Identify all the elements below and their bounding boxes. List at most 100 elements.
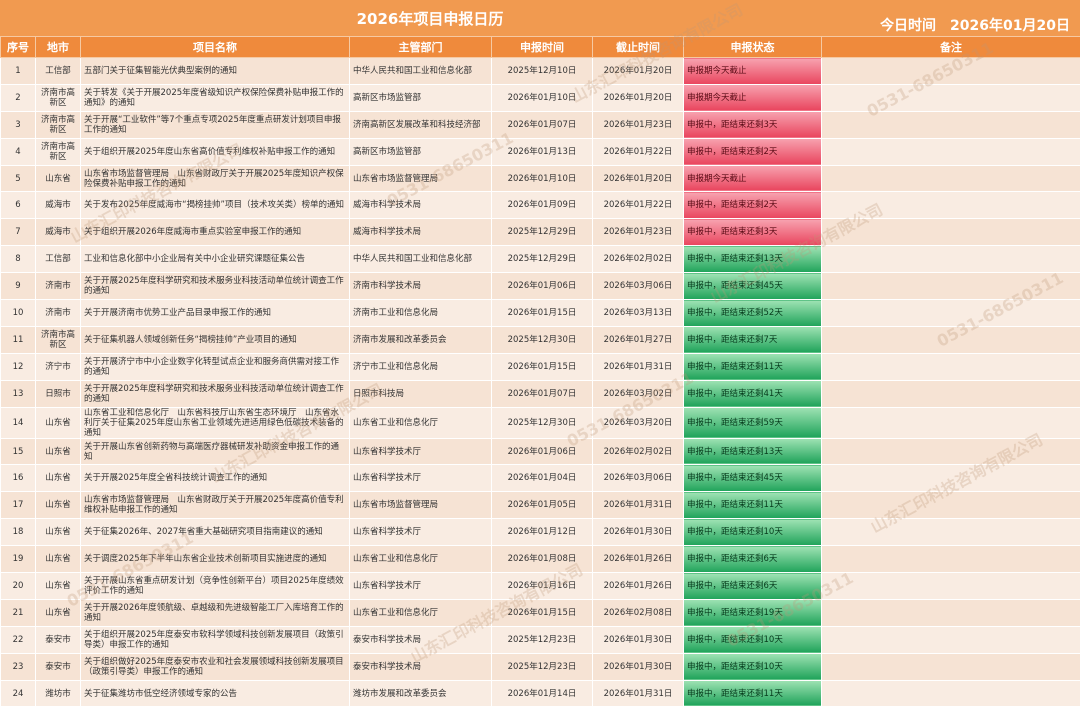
cell-city[interactable]: 山东省: [36, 546, 81, 573]
cell-note[interactable]: [822, 492, 1080, 519]
cell-city[interactable]: 济南市: [36, 273, 81, 300]
cell-dept[interactable]: 威海市科学技术局: [350, 219, 492, 246]
cell-project-name[interactable]: 关于组织开展2026年度威海市重点实验室申报工作的通知: [81, 219, 350, 246]
cell-start-date[interactable]: 2026年01月06日: [492, 438, 593, 465]
col-header-start[interactable]: 申报时间: [492, 37, 593, 58]
cell-project-name[interactable]: 五部门关于征集智能光伏典型案例的通知: [81, 58, 350, 85]
cell-start-date[interactable]: 2026年01月04日: [492, 465, 593, 492]
cell-dept[interactable]: 山东省市场监督管理局: [350, 492, 492, 519]
cell-dept[interactable]: 潍坊市发展和改革委员会: [350, 680, 492, 707]
cell-city[interactable]: 工信部: [36, 58, 81, 85]
cell-project-name[interactable]: 关于开展济南市优势工业产品目录申报工作的通知: [81, 300, 350, 327]
cell-start-date[interactable]: 2025年12月10日: [492, 58, 593, 85]
cell-start-date[interactable]: 2025年12月30日: [492, 407, 593, 438]
cell-status[interactable]: 申报中，距结束还剩52天: [684, 300, 822, 327]
cell-no[interactable]: 14: [1, 407, 36, 438]
cell-note[interactable]: [822, 84, 1080, 111]
cell-no[interactable]: 11: [1, 326, 36, 353]
cell-note[interactable]: [822, 300, 1080, 327]
cell-no[interactable]: 8: [1, 246, 36, 273]
cell-end-date[interactable]: 2026年03月06日: [593, 465, 684, 492]
cell-no[interactable]: 10: [1, 300, 36, 327]
table-row[interactable]: 19山东省关于调度2025年下半年山东省企业技术创新项目实施进度的通知山东省工业…: [1, 546, 1080, 573]
table-row[interactable]: 9济南市关于开展2025年度科学研究和技术服务业科技活动单位统计调查工作的通知济…: [1, 273, 1080, 300]
cell-city[interactable]: 济南市高新区: [36, 138, 81, 165]
cell-status[interactable]: 申报中，距结束还剩3天: [684, 219, 822, 246]
cell-note[interactable]: [822, 273, 1080, 300]
cell-project-name[interactable]: 关于开展“工业软件”等7个重点专项2025年度重点研发计划项目申报工作的通知: [81, 111, 350, 138]
cell-dept[interactable]: 山东省工业和信息化厅: [350, 546, 492, 573]
cell-dept[interactable]: 山东省科学技术厅: [350, 573, 492, 600]
cell-end-date[interactable]: 2026年01月31日: [593, 353, 684, 380]
cell-no[interactable]: 4: [1, 138, 36, 165]
cell-status[interactable]: 申报中，距结束还剩7天: [684, 326, 822, 353]
cell-city[interactable]: 泰安市: [36, 653, 81, 680]
cell-status[interactable]: 申报期今天截止: [684, 58, 822, 85]
cell-no[interactable]: 3: [1, 111, 36, 138]
cell-start-date[interactable]: 2026年01月08日: [492, 546, 593, 573]
table-row[interactable]: 10济南市关于开展济南市优势工业产品目录申报工作的通知济南市工业和信息化局202…: [1, 300, 1080, 327]
cell-no[interactable]: 9: [1, 273, 36, 300]
cell-start-date[interactable]: 2026年01月05日: [492, 492, 593, 519]
cell-end-date[interactable]: 2026年01月30日: [593, 626, 684, 653]
table-row[interactable]: 8工信部工业和信息化部中小企业局有关中小企业研究课题征集公告中华人民共和国工业和…: [1, 246, 1080, 273]
cell-project-name[interactable]: 关于发布2025年度威海市“揭榜挂帅”项目（技术攻关类）榜单的通知: [81, 192, 350, 219]
col-header-no[interactable]: 序号: [1, 37, 36, 58]
cell-dept[interactable]: 威海市科学技术局: [350, 192, 492, 219]
cell-city[interactable]: 威海市: [36, 219, 81, 246]
col-header-status[interactable]: 申报状态: [684, 37, 822, 58]
table-row[interactable]: 24潍坊市关于征集潍坊市低空经济领域专家的公告潍坊市发展和改革委员会2026年0…: [1, 680, 1080, 707]
cell-note[interactable]: [822, 353, 1080, 380]
cell-dept[interactable]: 济南高新区发展改革和科技经济部: [350, 111, 492, 138]
cell-start-date[interactable]: 2026年01月15日: [492, 353, 593, 380]
cell-start-date[interactable]: 2026年01月06日: [492, 273, 593, 300]
cell-city[interactable]: 济宁市: [36, 353, 81, 380]
cell-city[interactable]: 潍坊市: [36, 680, 81, 707]
cell-start-date[interactable]: 2026年01月09日: [492, 192, 593, 219]
cell-end-date[interactable]: 2026年03月20日: [593, 407, 684, 438]
cell-dept[interactable]: 日照市科技局: [350, 380, 492, 407]
cell-end-date[interactable]: 2026年01月26日: [593, 546, 684, 573]
cell-start-date[interactable]: 2026年01月10日: [492, 165, 593, 192]
cell-end-date[interactable]: 2026年02月08日: [593, 599, 684, 626]
cell-dept[interactable]: 山东省工业和信息化厅: [350, 407, 492, 438]
cell-dept[interactable]: 中华人民共和国工业和信息化部: [350, 58, 492, 85]
table-row[interactable]: 7威海市关于组织开展2026年度威海市重点实验室申报工作的通知威海市科学技术局2…: [1, 219, 1080, 246]
cell-no[interactable]: 18: [1, 519, 36, 546]
col-header-city[interactable]: 地市: [36, 37, 81, 58]
table-row[interactable]: 23泰安市关于组织做好2025年度泰安市农业和社会发展领域科技创新发展项目（政策…: [1, 653, 1080, 680]
cell-project-name[interactable]: 山东省市场监督管理局 山东省财政厅关于开展2025年度知识产权保险保费补贴申报工…: [81, 165, 350, 192]
cell-end-date[interactable]: 2026年01月23日: [593, 219, 684, 246]
table-row[interactable]: 18山东省关于征集2026年、2027年省重大基础研究项目指南建议的通知山东省科…: [1, 519, 1080, 546]
cell-project-name[interactable]: 关于征集潍坊市低空经济领域专家的公告: [81, 680, 350, 707]
cell-no[interactable]: 5: [1, 165, 36, 192]
cell-start-date[interactable]: 2026年01月10日: [492, 84, 593, 111]
cell-city[interactable]: 济南市: [36, 300, 81, 327]
cell-city[interactable]: 工信部: [36, 246, 81, 273]
cell-city[interactable]: 济南市高新区: [36, 111, 81, 138]
cell-dept[interactable]: 济宁市工业和信息化局: [350, 353, 492, 380]
table-row[interactable]: 21山东省关于开展2026年度领航级、卓越级和先进级智能工厂入库培育工作的通知山…: [1, 599, 1080, 626]
cell-status[interactable]: 申报中，距结束还剩10天: [684, 626, 822, 653]
cell-project-name[interactable]: 工业和信息化部中小企业局有关中小企业研究课题征集公告: [81, 246, 350, 273]
cell-dept[interactable]: 济南市科学技术局: [350, 273, 492, 300]
cell-note[interactable]: [822, 326, 1080, 353]
table-row[interactable]: 14山东省山东省工业和信息化厅 山东省科技厅山东省生态环境厅 山东省水利厅关于征…: [1, 407, 1080, 438]
cell-city[interactable]: 日照市: [36, 380, 81, 407]
cell-note[interactable]: [822, 680, 1080, 707]
cell-end-date[interactable]: 2026年03月02日: [593, 380, 684, 407]
cell-no[interactable]: 15: [1, 438, 36, 465]
cell-end-date[interactable]: 2026年01月22日: [593, 192, 684, 219]
cell-end-date[interactable]: 2026年01月23日: [593, 111, 684, 138]
cell-project-name[interactable]: 关于征集2026年、2027年省重大基础研究项目指南建议的通知: [81, 519, 350, 546]
cell-no[interactable]: 17: [1, 492, 36, 519]
cell-end-date[interactable]: 2026年03月13日: [593, 300, 684, 327]
cell-note[interactable]: [822, 546, 1080, 573]
col-header-name[interactable]: 项目名称: [81, 37, 350, 58]
cell-city[interactable]: 威海市: [36, 192, 81, 219]
cell-dept[interactable]: 山东省科学技术厅: [350, 438, 492, 465]
cell-project-name[interactable]: 关于征集机器人领域创新任务“揭榜挂帅”产业项目的通知: [81, 326, 350, 353]
cell-project-name[interactable]: 关于开展山东省重点研发计划（竞争性创新平台）项目2025年度绩效评价工作的通知: [81, 573, 350, 600]
cell-end-date[interactable]: 2026年01月30日: [593, 653, 684, 680]
cell-start-date[interactable]: 2026年01月15日: [492, 599, 593, 626]
